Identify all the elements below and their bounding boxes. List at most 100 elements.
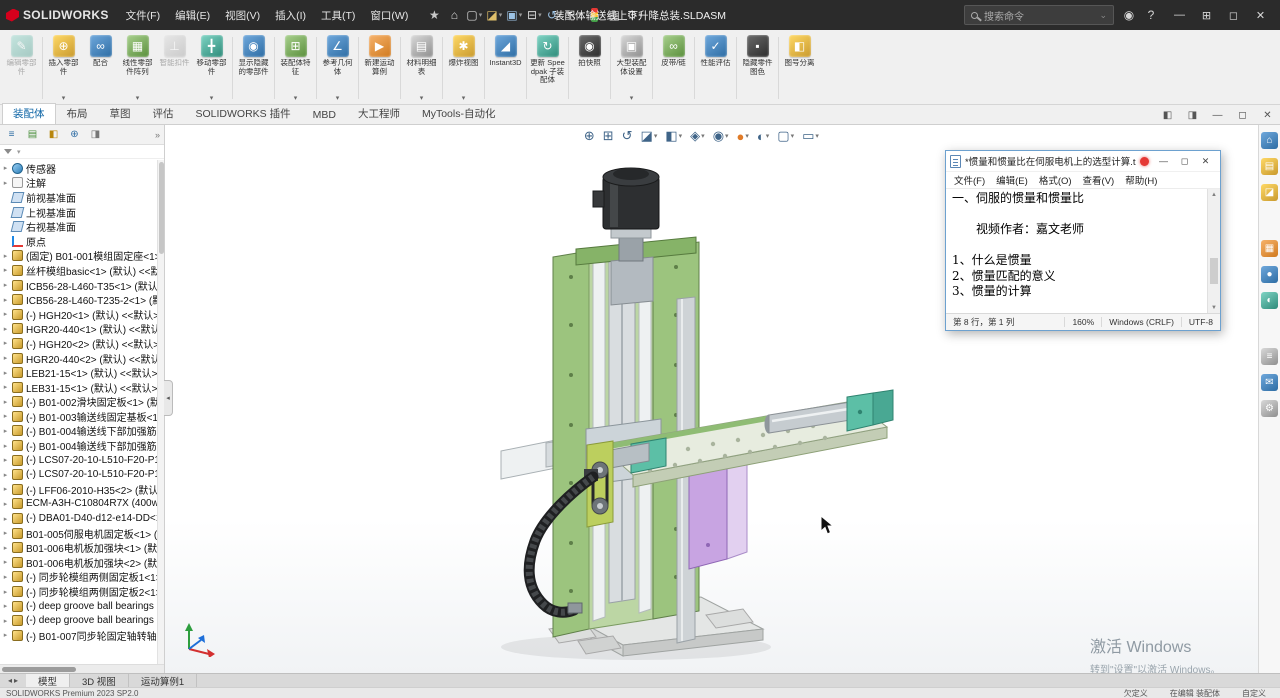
tree-item[interactable]: 右视基准面 bbox=[2, 219, 164, 234]
ribbon-button-mate[interactable]: ∞ 配合 bbox=[82, 32, 119, 104]
scroll-down-icon[interactable] bbox=[1208, 302, 1220, 313]
menu-item-2[interactable]: 视图(V) bbox=[218, 5, 267, 26]
dropdown-arrow-icon[interactable]: ▾ bbox=[701, 132, 705, 140]
tree-item[interactable]: ▸ (-) DBA01-D40-d12-e14-DD<1 bbox=[2, 511, 164, 526]
restore-button[interactable]: ◻ bbox=[1220, 3, 1247, 27]
tree-item[interactable]: ▸ (-) HGH20<2> (默认) <<默认> bbox=[2, 336, 164, 351]
menu-item-1[interactable]: 编辑(E) bbox=[168, 5, 217, 26]
ribbon-button-performance-evaluation[interactable]: ✓ 性能评估 bbox=[697, 32, 734, 104]
solidworks-forum-tab[interactable]: ✉ bbox=[1261, 374, 1278, 391]
tree-item[interactable]: ▸ ECM-A3H-C10804R7X (400w... bbox=[2, 497, 164, 512]
tree-item[interactable]: ▸ (-) LCS07-20-10-L510-F20-P12 bbox=[2, 453, 164, 468]
notepad-menu-0[interactable]: 文件(F) bbox=[949, 172, 990, 188]
tree-item[interactable]: ▸ (-) LFF06-2010-H35<2> (默认) bbox=[2, 482, 164, 497]
apply-scene-button[interactable]: ◐ ▾ bbox=[754, 128, 772, 145]
tree-item[interactable]: ▸ B01-006电机板加强块<2> (默认) bbox=[2, 555, 164, 570]
command-tab-6[interactable]: 大工程师 bbox=[347, 103, 411, 124]
expand-chevron-icon[interactable]: ▸ bbox=[2, 354, 9, 362]
display-pane-tab[interactable]: ◨ bbox=[86, 127, 105, 143]
ribbon-button-hide-component-color[interactable]: ▪ 隐藏零件图色 bbox=[739, 32, 776, 104]
notepad-text-area[interactable]: 一、伺服的惯量和惯量比 视频作者：嘉文老师 1、什么是惯量 2、惯量匹配的意义 3、… bbox=[946, 189, 1207, 313]
ribbon-button-instant3d[interactable]: ◢ Instant3D bbox=[487, 32, 524, 104]
ribbon-button-bill-of-materials[interactable]: ▤ 材料明细表 ▾ bbox=[403, 32, 440, 104]
hide-show-items-button[interactable]: ◉ ▾ bbox=[710, 127, 732, 145]
doc-minimize-button[interactable]: — bbox=[1205, 107, 1230, 124]
dimxpert-manager-tab[interactable]: ⊕ bbox=[65, 127, 84, 143]
ribbon-button-insert-component[interactable]: ⊕ 插入零部件 ▾ bbox=[45, 32, 82, 104]
notepad-close-button[interactable]: ✕ bbox=[1195, 153, 1216, 170]
expand-chevron-icon[interactable]: ▸ bbox=[2, 427, 9, 435]
appearances-tab[interactable]: ● bbox=[1261, 266, 1278, 283]
expand-chevron-icon[interactable]: ▸ bbox=[2, 529, 9, 537]
dropdown-arrow-icon[interactable]: ▾ bbox=[725, 132, 729, 140]
dropdown-arrow-icon[interactable]: ▾ bbox=[462, 94, 466, 102]
tab-scroll-arrow-icon[interactable]: ◂ bbox=[8, 676, 12, 685]
ribbon-button-update-speedpak[interactable]: ↻ 更新 Speedpak 子装配体 bbox=[529, 32, 566, 104]
tree-item[interactable]: ▸ B01-006电机板加强块<1> (默认) bbox=[2, 540, 164, 555]
taskpane-home-tab[interactable]: ⌂ bbox=[1261, 132, 1278, 149]
dropdown-arrow-icon[interactable]: ▾ bbox=[766, 132, 770, 140]
expand-chevron-icon[interactable]: ▸ bbox=[2, 398, 9, 406]
ribbon-button-assembly-features[interactable]: ⊞ 装配体特征 ▾ bbox=[277, 32, 314, 104]
notepad-menu-4[interactable]: 帮助(H) bbox=[1120, 172, 1162, 188]
expand-chevron-icon[interactable]: ▸ bbox=[2, 631, 9, 639]
scrollbar-thumb[interactable] bbox=[159, 162, 164, 254]
menu-item-5[interactable]: 窗口(W) bbox=[363, 5, 415, 26]
ribbon-button-take-snapshot[interactable]: ◉ 拍快照 bbox=[571, 32, 608, 104]
expand-chevron-icon[interactable]: ▸ bbox=[2, 281, 9, 289]
scrollbar-thumb[interactable] bbox=[2, 666, 76, 672]
tree-item[interactable]: ▸ (-) B01-002滑块固定板<1> (默认) bbox=[2, 395, 164, 409]
expand-chevron-icon[interactable]: ▸ bbox=[2, 602, 9, 610]
dropdown-arrow-icon[interactable]: ▾ bbox=[136, 94, 140, 102]
propertymanager-tab[interactable]: ▤ bbox=[23, 127, 42, 143]
doc-tab-1[interactable]: 3D 视图 bbox=[70, 674, 129, 688]
expand-chevron-icon[interactable]: ▸ bbox=[2, 164, 9, 172]
expand-chevron-icon[interactable]: ▸ bbox=[2, 558, 9, 566]
expand-chevron-icon[interactable]: ▸ bbox=[2, 310, 9, 318]
section-view-button[interactable]: ◪ ▾ bbox=[638, 127, 661, 145]
notepad-maximize-button[interactable]: ◻ bbox=[1174, 153, 1195, 170]
close-button[interactable]: ✕ bbox=[1247, 3, 1274, 27]
tree-item[interactable]: ▸ (-) B01-007同步轮固定轴转轴<1 bbox=[2, 628, 164, 643]
file-explorer-tab[interactable]: ◪ bbox=[1261, 184, 1278, 201]
tree-item[interactable]: ▸ (-) deep groove ball bearings bbox=[2, 599, 164, 614]
full-screen-monitor-button[interactable]: ▭ ▾ bbox=[799, 127, 822, 145]
ribbon-button-drawing-number-separate[interactable]: ◧ 图号分离 bbox=[781, 32, 818, 104]
tree-item[interactable]: ▸ B01-005伺服电机固定板<1> (默 bbox=[2, 526, 164, 541]
expand-chevron-icon[interactable]: ▸ bbox=[2, 252, 9, 260]
tree-item[interactable]: ▸ (-) 同步轮模组两侧固定板1<1> bbox=[2, 570, 164, 584]
dropdown-arrow-icon[interactable]: ▾ bbox=[679, 132, 683, 140]
configuration-manager-tab[interactable]: ◧ bbox=[44, 127, 63, 143]
notepad-menu-3[interactable]: 查看(V) bbox=[1078, 172, 1120, 188]
ribbon-button-linear-component-pattern[interactable]: ▦ 线性零部件阵列 ▾ bbox=[119, 32, 156, 104]
expand-chevron-icon[interactable]: ▸ bbox=[2, 544, 9, 552]
featuremanager-tree-tab[interactable]: ≡ bbox=[2, 127, 21, 143]
tree-item[interactable]: ▸ (-) B01-003输送线固定基板<1> bbox=[2, 409, 164, 424]
expand-chevron-icon[interactable]: ▸ bbox=[2, 442, 9, 450]
window-layout-button[interactable]: ⊞ bbox=[1193, 3, 1220, 27]
ribbon-button-move-component[interactable]: ╋ 移动零部件 ▾ bbox=[193, 32, 230, 104]
doc-tab-2[interactable]: 运动算例1 bbox=[129, 674, 198, 688]
notepad-scrollbar[interactable] bbox=[1207, 189, 1220, 313]
command-tab-3[interactable]: 评估 bbox=[142, 103, 185, 124]
command-tab-1[interactable]: 布局 bbox=[56, 103, 99, 124]
expand-chevron-icon[interactable]: ▸ bbox=[2, 383, 9, 391]
expand-chevron-icon[interactable]: ▸ bbox=[2, 296, 9, 304]
expand-chevron-icon[interactable]: ▸ bbox=[2, 412, 9, 420]
star-button[interactable]: ★ bbox=[425, 6, 443, 24]
dropdown-arrow-icon[interactable]: ▾ bbox=[538, 11, 542, 19]
ribbon-button-new-motion-study[interactable]: ▶ 新建运动算例 bbox=[361, 32, 398, 104]
expand-chevron-icon[interactable]: ▸ bbox=[2, 456, 9, 464]
expand-chevron-icon[interactable]: ▸ bbox=[2, 485, 9, 493]
notepad-minimize-button[interactable]: — bbox=[1153, 153, 1174, 170]
tab-scroll-arrow-icon[interactable]: ▸ bbox=[14, 676, 18, 685]
edit-appearance-button[interactable]: ● ▾ bbox=[734, 128, 752, 145]
dropdown-arrow-icon[interactable]: ▾ bbox=[791, 132, 795, 140]
dropdown-arrow-icon[interactable]: ▾ bbox=[294, 94, 298, 102]
tree-item[interactable]: ▸ LEB21-15<1> (默认) <<默认>_ bbox=[2, 365, 164, 380]
tree-item[interactable]: ▸ HGR20-440<1> (默认) <<默认> bbox=[2, 322, 164, 336]
tree-item[interactable]: 前视基准面 bbox=[2, 190, 164, 205]
tree-filter-row[interactable] bbox=[0, 145, 164, 159]
tree-item[interactable]: ▸ (固定) B01-001模组固定座<1> bbox=[2, 249, 164, 263]
open-folder-button[interactable]: ◪ ▾ bbox=[485, 6, 503, 24]
